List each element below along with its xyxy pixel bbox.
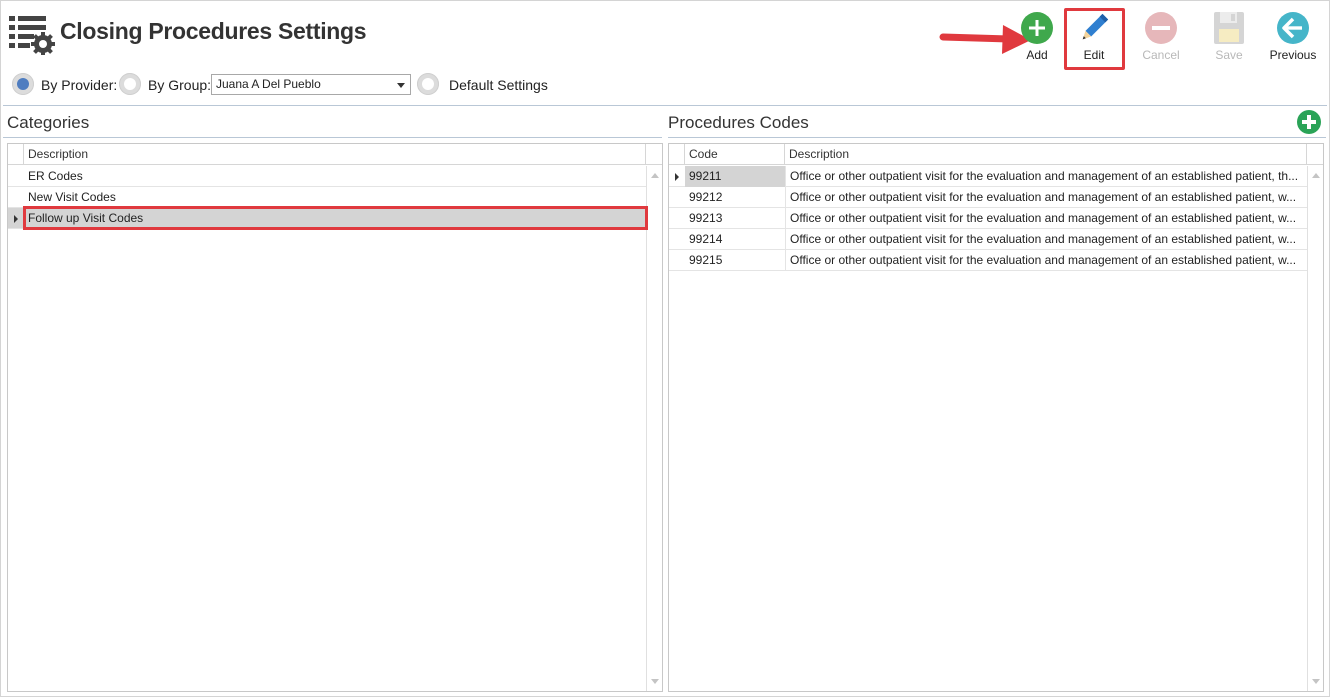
procedure-code-row[interactable]: 99213 Office or other outpatient visit f… — [669, 208, 1307, 229]
chevron-down-icon — [397, 83, 405, 88]
save-icon — [1214, 12, 1244, 44]
row-indicator-header — [669, 144, 685, 165]
page-title: Closing Procedures Settings — [60, 18, 367, 44]
categories-title-underline — [3, 137, 662, 138]
edit-highlight-box — [1064, 8, 1125, 70]
by-group-radio[interactable] — [119, 73, 141, 95]
cancel-button[interactable]: Cancel — [1132, 7, 1190, 69]
procedure-code: 99212 — [689, 190, 723, 204]
procedure-description: Office or other outpatient visit for the… — [785, 250, 1307, 271]
column-header-code[interactable]: Code — [685, 144, 785, 165]
back-arrow-icon — [1277, 12, 1309, 44]
cancel-label: Cancel — [1142, 48, 1180, 62]
category-description: New Visit Codes — [28, 190, 116, 204]
by-provider-radio[interactable] — [12, 73, 34, 95]
save-label: Save — [1215, 48, 1243, 62]
procedure-code: 99213 — [689, 211, 723, 225]
procedure-codes-grid: Code Description 99211 Office or other o… — [668, 143, 1324, 692]
add-procedure-code-button[interactable] — [1297, 110, 1321, 134]
procedure-code-row[interactable]: 99215 Office or other outpatient visit f… — [669, 250, 1307, 271]
divider — [3, 105, 1327, 106]
category-highlight-box — [23, 206, 648, 230]
procedure-code: 99215 — [689, 253, 723, 267]
cancel-icon — [1145, 12, 1177, 44]
procedure-description: Office or other outpatient visit for the… — [785, 229, 1307, 250]
group-select-value: Juana A Del Pueblo — [216, 77, 321, 91]
scroll-down-icon[interactable] — [651, 679, 659, 684]
procedure-codes-title-underline — [668, 137, 1326, 138]
group-select[interactable]: Juana A Del Pueblo — [211, 74, 411, 95]
closing-procedures-settings-window: Closing Procedures Settings Add Edit Can… — [0, 0, 1330, 697]
column-header-description[interactable]: Description — [785, 144, 1307, 165]
procedure-codes-grid-header: Code Description — [669, 144, 1323, 165]
categories-title: Categories — [7, 113, 90, 132]
procedure-description: Office or other outpatient visit for the… — [785, 208, 1307, 229]
procedure-description: Office or other outpatient visit for the… — [785, 187, 1307, 208]
list-settings-icon — [9, 16, 55, 55]
procedure-codes-title: Procedures Codes — [668, 113, 809, 132]
categories-scrollbar[interactable] — [646, 166, 662, 691]
scroll-down-icon[interactable] — [1312, 679, 1320, 684]
default-settings-radio[interactable] — [417, 73, 439, 95]
add-label: Add — [1026, 48, 1048, 62]
scroll-up-icon[interactable] — [1312, 173, 1320, 178]
procedure-code-row-selected[interactable]: 99211 Office or other outpatient visit f… — [669, 166, 1307, 187]
by-group-label: By Group: — [148, 77, 212, 93]
previous-label: Previous — [1269, 48, 1317, 62]
row-indicator-header — [8, 144, 24, 165]
procedure-codes-scrollbar[interactable] — [1307, 166, 1323, 691]
categories-grid-header: Description — [8, 144, 662, 165]
procedure-description: Office or other outpatient visit for the… — [785, 166, 1307, 187]
save-button[interactable]: Save — [1200, 7, 1258, 69]
row-selector-icon — [14, 215, 18, 223]
previous-button[interactable]: Previous — [1264, 7, 1322, 69]
procedure-code-row[interactable]: 99214 Office or other outpatient visit f… — [669, 229, 1307, 250]
procedure-code: 99214 — [689, 232, 723, 246]
add-button[interactable]: Add — [1008, 7, 1066, 69]
procedure-code: 99211 — [685, 166, 785, 187]
scroll-up-icon[interactable] — [651, 173, 659, 178]
row-selector-icon — [675, 173, 679, 181]
category-row[interactable]: ER Codes — [8, 166, 646, 187]
add-icon — [1021, 12, 1053, 44]
procedure-code-row[interactable]: 99212 Office or other outpatient visit f… — [669, 187, 1307, 208]
default-settings-label: Default Settings — [449, 77, 548, 93]
category-description: ER Codes — [28, 169, 83, 183]
category-row[interactable]: New Visit Codes — [8, 187, 646, 208]
by-provider-label: By Provider: — [41, 77, 118, 93]
column-header-description[interactable]: Description — [24, 144, 646, 165]
